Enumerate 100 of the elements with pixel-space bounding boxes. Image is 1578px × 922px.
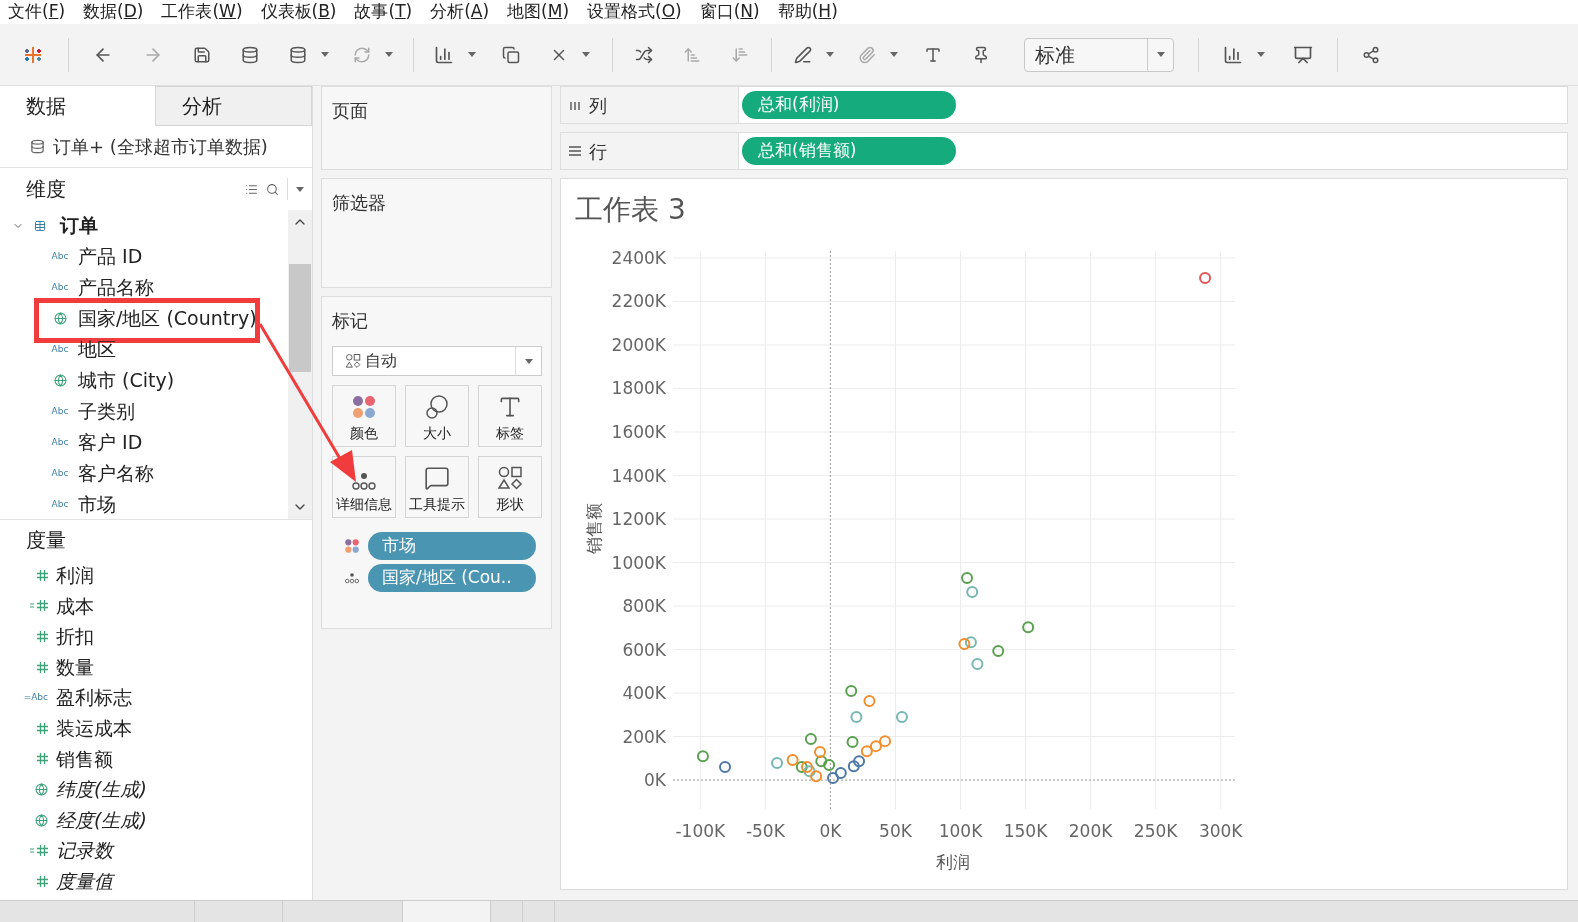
new-sheet-icon[interactable]	[434, 44, 454, 65]
menu-item[interactable]: 故事(T)	[354, 0, 413, 25]
data-source-name[interactable]: 订单+ (全球超市订单数据)	[53, 133, 268, 160]
save-icon[interactable]	[193, 45, 211, 64]
field-item[interactable]: 客户名称	[78, 459, 154, 488]
y-tick-label: 1600K	[611, 422, 666, 442]
scrollbar[interactable]	[288, 210, 312, 519]
field-item[interactable]: 度量值	[56, 867, 113, 896]
menu-item[interactable]: 分析(A)	[430, 0, 490, 25]
share-icon[interactable]	[1362, 45, 1380, 64]
data-point	[860, 745, 873, 758]
data-point	[879, 735, 892, 748]
mark-property-button[interactable]: 详细信息	[332, 456, 396, 518]
globe-icon	[53, 374, 67, 387]
presentation-icon[interactable]	[1293, 44, 1313, 65]
field-item[interactable]: 经度(生成)	[56, 805, 147, 835]
caret-icon[interactable]	[582, 52, 590, 57]
mark-property-button[interactable]: 形状	[478, 456, 542, 518]
text-box-icon[interactable]	[924, 45, 942, 64]
number-icon	[30, 600, 48, 612]
data-type-label: Abc	[51, 438, 69, 447]
data-point	[827, 772, 839, 785]
caret-icon[interactable]	[890, 52, 898, 57]
rows-icon	[569, 146, 581, 156]
field-item[interactable]: 纬度(生成)	[56, 775, 147, 804]
field-item[interactable]: 客户 ID	[78, 428, 143, 457]
field-item[interactable]: 记录数	[56, 836, 113, 865]
pin-icon[interactable]	[972, 45, 990, 64]
mark-property-button[interactable]: 颜色	[332, 385, 396, 447]
list-view-icon[interactable]	[245, 182, 258, 196]
menu-item[interactable]: 数据(D)	[83, 0, 144, 25]
data-point	[1199, 272, 1212, 284]
menu-item[interactable]: 窗口(N)	[699, 0, 760, 25]
field-item[interactable]: 市场	[78, 490, 116, 519]
field-item[interactable]: 城市 (City)	[78, 366, 175, 395]
new-data-source-icon[interactable]	[241, 45, 259, 64]
card-title: 页面	[332, 100, 368, 121]
field-item[interactable]: 成本	[56, 591, 94, 621]
data-point	[961, 571, 973, 584]
menu-item[interactable]: 文件(F)	[8, 0, 66, 25]
caret-icon[interactable]	[385, 52, 393, 57]
show-me-icon[interactable]	[1223, 44, 1243, 65]
caret-icon[interactable]	[296, 186, 304, 192]
dropdown-caret-icon[interactable]	[1156, 52, 1165, 57]
dropdown-caret-icon[interactable]	[524, 358, 533, 364]
section-title: 维度	[26, 176, 67, 203]
shapes-icon	[497, 465, 523, 491]
x-tick-label: 0K	[819, 821, 842, 841]
field-item[interactable]: 产品 ID	[78, 242, 143, 271]
field-item[interactable]: 折扣	[56, 622, 94, 651]
number-icon	[37, 875, 48, 887]
caret-icon[interactable]	[1257, 52, 1265, 57]
x-axis-title: 利润	[936, 852, 970, 872]
data-point	[992, 645, 1005, 658]
caret-icon[interactable]	[826, 52, 834, 57]
data-type-label: Abc	[51, 252, 69, 261]
scroll-thumb[interactable]	[289, 264, 311, 372]
mark-property-button[interactable]: 标签	[478, 385, 542, 447]
data-point	[814, 746, 826, 758]
menu-item[interactable]: 地图(M)	[507, 0, 570, 25]
duplicate-icon[interactable]	[502, 45, 520, 64]
data-type-label: =Abc	[23, 693, 48, 703]
mark-type-dropdown[interactable]: 自动	[332, 346, 542, 376]
folder-label[interactable]: 订单	[60, 211, 98, 240]
menu-item[interactable]: 仪表板(B)	[260, 0, 337, 25]
caret-icon[interactable]	[468, 52, 476, 57]
globe-icon	[53, 312, 67, 325]
data-point	[810, 770, 823, 783]
field-item[interactable]: 子类别	[78, 397, 135, 426]
search-icon[interactable]	[266, 182, 279, 196]
y-tick-label: 600K	[622, 639, 666, 660]
data-point	[719, 761, 732, 773]
data-point	[863, 695, 876, 708]
field-item[interactable]: 装运成本	[56, 714, 132, 743]
swap-icon[interactable]	[635, 45, 653, 64]
field-item[interactable]: 销售额	[56, 744, 113, 774]
pane-tab[interactable]: 分析	[155, 86, 312, 126]
menu-item[interactable]: 帮助(H)	[777, 0, 838, 25]
field-item[interactable]: 盈利标志	[56, 683, 132, 712]
fit-dropdown[interactable]: 标准	[1024, 37, 1174, 72]
caret-icon[interactable]	[321, 52, 329, 57]
data-type-label: Abc	[51, 500, 69, 509]
menu-item[interactable]: 工作表(W)	[161, 0, 243, 25]
columns-icon	[569, 100, 581, 110]
field-item[interactable]: 数量	[56, 652, 94, 682]
mark-property-button[interactable]: 工具提示	[405, 456, 469, 518]
field-item[interactable]: 利润	[56, 561, 94, 590]
highlight-icon[interactable]	[794, 45, 812, 64]
field-item[interactable]: 地区	[78, 335, 116, 364]
mark-property-button[interactable]: 大小	[405, 385, 469, 447]
menu-item[interactable]: 设置格式(O)	[587, 0, 682, 25]
data-point	[815, 755, 828, 768]
paperclip-icon[interactable]	[858, 45, 876, 64]
sheet-title: 工作表 3	[575, 192, 686, 228]
data-point	[850, 711, 863, 723]
number-icon	[37, 569, 48, 581]
field-item[interactable]: 产品名称	[78, 273, 154, 302]
data-point	[786, 754, 799, 767]
detail-dots-icon	[344, 572, 360, 584]
field-item[interactable]: 国家/地区 (Country)	[78, 304, 257, 333]
